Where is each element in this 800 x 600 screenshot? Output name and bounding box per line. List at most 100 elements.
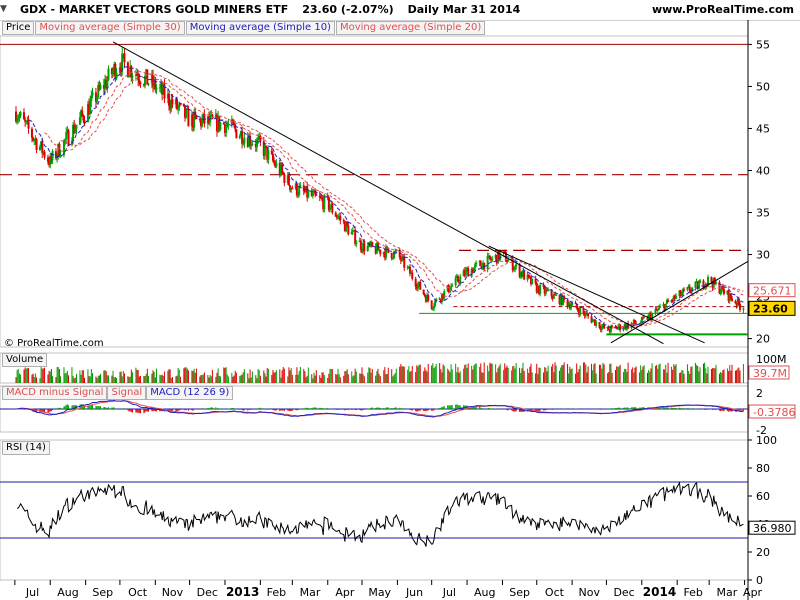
macd-hist-bar — [255, 409, 257, 410]
volume-bar — [282, 367, 284, 383]
volume-bar — [25, 368, 27, 383]
macd-hist-bar — [426, 409, 428, 411]
volume-bar — [563, 362, 565, 383]
month-label: Dec — [613, 586, 634, 599]
macd-hist-bar — [538, 409, 540, 412]
macd-hist-bar — [416, 409, 418, 412]
volume-bar — [513, 365, 515, 383]
rsi-legend: RSI (14) — [2, 440, 50, 455]
month-label: Nov — [162, 586, 184, 599]
volume-bar — [656, 365, 658, 383]
volume-bar — [561, 365, 563, 383]
volume-bar — [585, 364, 587, 383]
volume-bar — [352, 376, 354, 383]
volume-bar — [591, 363, 593, 383]
macd-hist-bar — [392, 408, 394, 409]
macd-hist-bar — [439, 408, 441, 409]
macd-hist-bar — [544, 409, 546, 411]
volume-bar — [463, 368, 465, 383]
macd-hist-bar — [418, 409, 420, 411]
macd-hist-bar — [186, 409, 188, 410]
volume-bar — [634, 367, 636, 383]
volume-bar — [202, 374, 204, 383]
volume-bar — [696, 365, 698, 383]
volume-bar — [610, 363, 612, 383]
volume-bar — [688, 370, 690, 383]
macd-hist-bar — [251, 409, 253, 410]
volume-bar — [392, 376, 394, 383]
macd-hist-bar — [242, 409, 244, 411]
volume-bar — [571, 368, 573, 383]
macd-hist-bar — [512, 409, 514, 412]
macd-hist-bar — [713, 409, 715, 410]
macd-hist-bar — [323, 408, 325, 409]
volume-bar — [193, 368, 195, 383]
macd-hist-bar — [95, 405, 97, 409]
volume-label[interactable]: Volume — [2, 353, 48, 367]
macd-hist-bar — [400, 408, 402, 409]
volume-bar — [611, 372, 613, 383]
volume-bar — [90, 368, 92, 383]
macd-hist-bar — [479, 407, 481, 409]
macd-hist-bar — [304, 408, 306, 409]
macd-hist-bar — [487, 408, 489, 409]
macd-hist-bar — [130, 409, 132, 413]
macd-signal-label[interactable]: Signal — [107, 386, 147, 400]
volume-bar — [736, 370, 738, 383]
volume-bar — [265, 376, 267, 383]
month-label: Mar — [716, 586, 737, 599]
macd-label[interactable]: MACD (12 26 9) — [146, 386, 234, 400]
volume-bar — [177, 367, 179, 383]
volume-bar — [662, 369, 664, 383]
volume-bar — [407, 369, 409, 383]
volume-bar — [707, 366, 709, 383]
macd-hist-bar — [184, 409, 186, 411]
macd-hist-bar — [295, 409, 297, 410]
volume-bar — [607, 373, 609, 383]
last-price-label: 23.60 — [753, 302, 788, 315]
rsi-label[interactable]: RSI (14) — [2, 441, 50, 455]
volume-bar — [594, 363, 596, 383]
volume-bar — [96, 378, 98, 383]
macd-hist-bar — [99, 406, 101, 409]
volume-bar — [401, 366, 403, 383]
volume-bar — [311, 374, 313, 383]
volume-bar — [618, 366, 620, 383]
volume-bar — [275, 370, 277, 383]
volume-bar — [26, 368, 28, 383]
macd-hist-bar — [96, 406, 98, 409]
volume-bar — [546, 371, 548, 383]
macd-hist-bar — [432, 409, 434, 411]
macd-hist-bar — [344, 409, 346, 411]
macd-hist-bar — [681, 408, 683, 409]
volume-bar — [57, 367, 59, 383]
macd-hist-bar — [423, 409, 425, 411]
volume-bar — [18, 373, 20, 383]
volume-bar — [355, 371, 357, 383]
volume-bar — [183, 368, 185, 383]
macd-hist-bar — [359, 409, 361, 410]
macd-hist-bar — [665, 407, 667, 409]
macd-hist-bar — [90, 405, 92, 409]
volume-bar — [442, 364, 444, 383]
volume-bar — [424, 367, 426, 383]
macd-hist-bar — [623, 407, 625, 409]
macd-hist-bar — [513, 409, 515, 412]
macd-hist-bar — [47, 409, 49, 413]
macd-hist-bar — [375, 407, 377, 409]
macd-hist-bar — [383, 407, 385, 409]
macd-hist-bar — [151, 409, 153, 411]
volume-bar — [471, 365, 473, 383]
volume-bar — [223, 367, 225, 383]
volume-bar — [403, 366, 405, 383]
macd-hist-bar — [57, 407, 59, 409]
volume-bar — [553, 372, 555, 383]
macd-hist-bar — [111, 407, 113, 409]
chart-canvas[interactable]: Jul Aug Sep Oct Nov Dec 2013 Feb Mar Apr May Jun Jul… — [0, 0, 800, 600]
macd-hist-bar — [191, 409, 193, 411]
volume-bar — [103, 370, 105, 383]
volume-bar — [483, 362, 485, 383]
volume-bar — [187, 370, 189, 383]
macd-hist-label[interactable]: MACD minus Signal — [2, 386, 108, 400]
volume-bar — [287, 376, 289, 383]
